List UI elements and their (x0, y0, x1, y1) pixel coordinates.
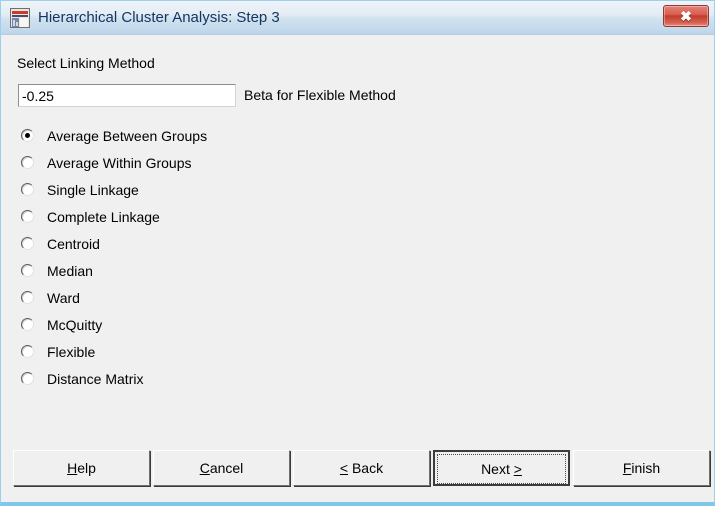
radio-icon (21, 237, 34, 250)
dialog-body: Select Linking Method Beta for Flexible … (1, 35, 714, 502)
beta-for-flexible-method-label: Beta for Flexible Method (244, 87, 396, 103)
cancel-accel: C (199, 460, 210, 476)
radio-label: Single Linkage (47, 182, 139, 198)
radio-icon (21, 264, 34, 277)
help-accel: H (67, 460, 78, 476)
radio-icon (21, 345, 34, 358)
cancel-button[interactable]: Cancel (153, 450, 290, 486)
radio-label: Complete Linkage (47, 209, 160, 225)
back-accel: < (339, 460, 349, 476)
next-accel: > (513, 461, 522, 477)
radio-label: McQuitty (47, 317, 103, 333)
linking-method-radio-group: Average Between Groups Average Within Gr… (21, 124, 341, 394)
help-rest: elp (77, 460, 96, 476)
select-linking-method-label: Select Linking Method (17, 55, 155, 71)
dialog-window: Hierarchical Cluster Analysis: Step 3 ✖ … (0, 0, 715, 506)
cancel-button-label: Cancel (154, 451, 289, 485)
finish-rest: inish (631, 460, 661, 476)
radio-label: Average Within Groups (47, 155, 192, 171)
next-button-label: Next > (437, 454, 566, 484)
window-title: Hierarchical Cluster Analysis: Step 3 (38, 9, 280, 26)
radio-label: Average Between Groups (47, 128, 208, 144)
back-button-label: < Back (294, 451, 429, 485)
radio-distance-matrix[interactable]: Distance Matrix (21, 367, 341, 394)
radio-icon (21, 318, 34, 331)
radio-flexible[interactable]: Flexible (21, 340, 341, 367)
radio-label: Flexible (47, 344, 96, 360)
help-button[interactable]: Help (13, 450, 150, 486)
radio-icon (21, 210, 34, 223)
radio-single-linkage[interactable]: Single Linkage (21, 178, 341, 205)
radio-centroid[interactable]: Centroid (21, 232, 341, 259)
radio-icon (21, 183, 34, 196)
radio-icon (21, 372, 34, 385)
chart-document-icon (10, 8, 30, 28)
close-icon: ✖ (680, 8, 692, 24)
finish-button[interactable]: Finish (573, 450, 710, 486)
next-button[interactable]: Next > (433, 450, 570, 486)
dialog-button-bar: Help Cancel < Back Next > Finish (1, 450, 715, 490)
radio-average-within-groups[interactable]: Average Within Groups (21, 151, 341, 178)
radio-median[interactable]: Median (21, 259, 341, 286)
beta-input[interactable] (18, 84, 236, 107)
back-rest: Back (348, 460, 384, 476)
cancel-rest: ancel (209, 460, 244, 476)
radio-label: Median (47, 263, 93, 279)
radio-label: Distance Matrix (47, 371, 144, 387)
finish-button-label: Finish (574, 451, 709, 485)
radio-ward[interactable]: Ward (21, 286, 341, 313)
radio-icon (21, 156, 34, 169)
radio-mcquitty[interactable]: McQuitty (21, 313, 341, 340)
radio-icon (21, 129, 34, 142)
radio-label: Centroid (47, 236, 100, 252)
radio-average-between-groups[interactable]: Average Between Groups (21, 124, 341, 151)
radio-complete-linkage[interactable]: Complete Linkage (21, 205, 341, 232)
help-button-label: Help (14, 451, 149, 485)
radio-icon (21, 291, 34, 304)
back-button[interactable]: < Back (293, 450, 430, 486)
close-button[interactable]: ✖ (663, 5, 709, 27)
radio-label: Ward (47, 290, 80, 306)
title-bar: Hierarchical Cluster Analysis: Step 3 ✖ (1, 1, 714, 35)
next-pre: Next (481, 461, 514, 477)
